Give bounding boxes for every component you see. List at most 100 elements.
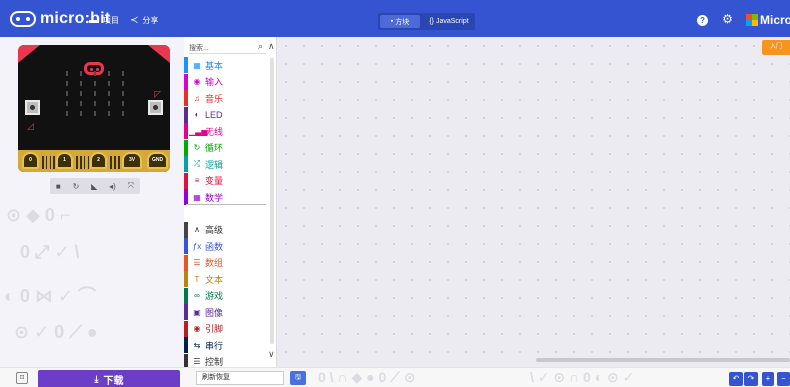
category-label: 图像	[205, 307, 224, 318]
undo-button[interactable]: ↶	[729, 372, 743, 386]
projects-button[interactable]: ▬ 项目	[89, 15, 119, 26]
toolbox-divider	[186, 204, 266, 205]
download-button[interactable]: ⤓ 下载	[38, 370, 180, 387]
chevron-up-icon: ∧	[194, 225, 200, 234]
small-pin	[80, 156, 82, 169]
small-pin	[76, 156, 78, 169]
microbit-board[interactable]: ◿ ◸ 0 1 2 3V GND	[18, 45, 170, 172]
button-a-marker-icon: ◿	[27, 121, 34, 131]
pin-2[interactable]: 2	[90, 152, 107, 169]
folder-icon: ▬	[89, 15, 99, 26]
share-button[interactable]: ≺ 分享	[130, 15, 158, 26]
redo-button[interactable]: ↷	[744, 372, 758, 386]
zoom-in-button[interactable]: +	[762, 372, 774, 386]
category-label: 变量	[205, 176, 224, 186]
led-cell	[122, 101, 124, 106]
category-calculator[interactable]: ▦ 数学	[184, 189, 268, 205]
category-label: 函数	[205, 241, 224, 252]
toolbox-scrollbar[interactable]	[270, 58, 274, 344]
category-headphones[interactable]: ♫ 音乐	[184, 90, 268, 106]
category-input[interactable]: ◉ 输入	[184, 73, 268, 90]
pin-0[interactable]: 0	[22, 152, 39, 169]
stop-icon[interactable]: ■	[56, 182, 61, 191]
slowmo-icon[interactable]: ◣	[91, 182, 97, 191]
button-a[interactable]	[25, 100, 40, 115]
pin-icon: ◉	[193, 324, 201, 333]
search-icon[interactable]: ⌕	[258, 41, 263, 52]
puzzle-icon: ▪	[390, 18, 394, 25]
pin-gnd[interactable]: GND	[147, 152, 168, 169]
category-chevron-up[interactable]: ∧ 高级	[184, 221, 268, 238]
usb-icon: ⇆	[193, 340, 201, 350]
led-cell	[66, 81, 68, 86]
button-b[interactable]	[148, 100, 163, 115]
gear-icon[interactable]: ⚙	[722, 13, 733, 25]
led-cell	[108, 81, 110, 86]
led-cell	[94, 81, 96, 86]
led-cell	[94, 91, 96, 96]
led-cell	[66, 71, 68, 76]
blocks-workspace[interactable]: 入门	[277, 37, 790, 367]
category-label: 文本	[205, 274, 224, 285]
small-pin	[110, 156, 112, 169]
category-list[interactable]: ≡ 变量	[184, 172, 268, 189]
category-control[interactable]: ☰ 控制	[184, 353, 268, 367]
small-pin	[87, 156, 90, 169]
collapse-simulator-button[interactable]: ⊡	[16, 372, 28, 384]
download-icon: ⤓	[94, 373, 99, 384]
restart-icon[interactable]: ↻	[73, 182, 80, 191]
category-image[interactable]: ▣ 图像	[184, 304, 268, 320]
category-toggle[interactable]: ◐ LED	[184, 106, 268, 123]
download-label: 下载	[103, 375, 124, 387]
search-input[interactable]: 搜索...	[189, 43, 266, 54]
category-function[interactable]: ƒx 函数	[184, 238, 268, 254]
project-name-input[interactable]: 刷新恢复	[196, 371, 284, 385]
share-label: 分享	[142, 16, 159, 25]
simulator-toolbar: ■ ↻ ◣ ◂) ⤧	[50, 178, 140, 194]
background-doodle: ◐ 0 ⋈ ✓ ⌒	[4, 286, 96, 306]
led-cell	[94, 71, 96, 76]
category-loop[interactable]: ↻ 循环	[184, 139, 268, 156]
pin-1[interactable]: 1	[56, 152, 73, 169]
category-label: 数组	[205, 258, 224, 268]
microsoft-brand-text: Microsoft	[760, 13, 790, 27]
category-pin[interactable]: ◉ 引脚	[184, 320, 268, 337]
calculator-icon: ▦	[193, 192, 201, 202]
microbit-logo-icon	[10, 11, 36, 27]
category-grid[interactable]: ▦ 基本	[184, 57, 268, 73]
category-gamepad[interactable]: ∞ 游戏	[184, 287, 268, 304]
control-icon: ☰	[193, 357, 201, 366]
save-button[interactable]: 🖫	[290, 371, 306, 385]
edge-connector: 0 1 2 3V GND	[18, 150, 170, 172]
projects-label: 项目	[103, 16, 119, 25]
category-label: LED	[205, 109, 223, 120]
led-cell	[66, 101, 68, 106]
category-array[interactable]: ☰ 数组	[184, 254, 268, 271]
led-cell	[122, 71, 124, 76]
category-text[interactable]: T 文本	[184, 271, 268, 287]
pin-3v[interactable]: 3V	[122, 152, 142, 169]
javascript-tab[interactable]: {} JavaScript	[424, 15, 474, 28]
function-icon: ƒx	[192, 241, 202, 251]
category-usb[interactable]: ⇆ 串行	[184, 337, 268, 353]
chevron-down-icon[interactable]: ∨	[268, 349, 275, 360]
category-shuffle[interactable]: ⤮ 逻辑	[184, 156, 268, 172]
getting-started-button[interactable]: 入门	[762, 40, 790, 55]
toggle-icon: ◐	[194, 110, 200, 119]
fullscreen-icon[interactable]: ⤧	[128, 181, 134, 191]
led-cell	[80, 81, 82, 86]
workspace-scrollbar[interactable]	[536, 358, 790, 362]
small-pin	[53, 156, 55, 169]
small-pin	[49, 156, 52, 169]
mute-icon[interactable]: ◂)	[109, 182, 116, 191]
category-signal[interactable]: ▁▃▅ 无线	[184, 123, 268, 139]
help-icon[interactable]: ?	[697, 15, 708, 26]
grid-icon: ▦	[193, 60, 201, 70]
background-doodle: \ ✓ ⊙ ∩ 0 ◐ ⊙ ✓	[530, 369, 635, 385]
blocks-tab[interactable]: ▪ 方块	[380, 15, 420, 28]
zoom-out-button[interactable]: −	[777, 372, 790, 386]
led-cell	[108, 101, 110, 106]
chevron-up-icon[interactable]: ∧	[268, 41, 275, 52]
board-corner-decoration	[18, 45, 40, 63]
shuffle-icon: ⤮	[193, 159, 201, 168]
